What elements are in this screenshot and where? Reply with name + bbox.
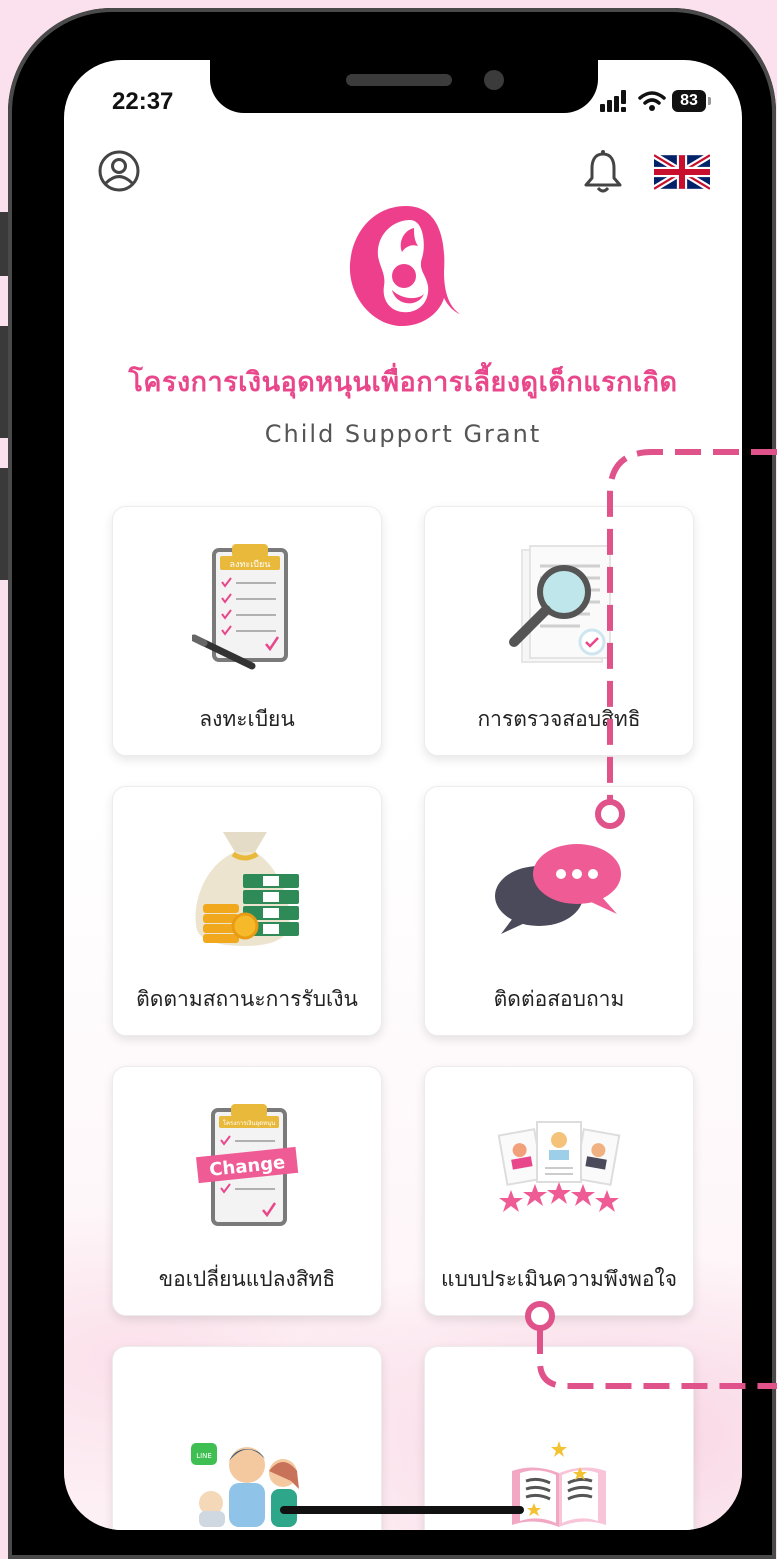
register-clipboard-icon: ลงทะเบียน xyxy=(192,544,288,670)
menu-label-payment-status: ติดตามสถานะการรับเงิน xyxy=(136,987,358,1011)
wifi-icon xyxy=(638,91,666,111)
app-screen: 22:37 83 โครงการเงินอุดหนุนเพื่อการเลี้ย… xyxy=(64,60,742,1530)
change-clipboard-icon: โครงการเงินอุดหนุน Change xyxy=(196,1104,299,1226)
profile-icon[interactable] xyxy=(96,148,142,194)
bell-icon[interactable] xyxy=(580,148,626,196)
status-time: 22:37 xyxy=(112,88,174,115)
battery-tip xyxy=(708,97,711,105)
notch xyxy=(210,60,598,113)
language-flag-uk-icon[interactable] xyxy=(654,154,710,190)
menu-card-family[interactable]: LINE xyxy=(112,1346,382,1530)
clipboard-header-text: ลงทะเบียน xyxy=(230,559,271,570)
chat-bubbles-icon xyxy=(495,844,621,934)
menu-label-check-rights: การตรวจสอบสิทธิ xyxy=(477,707,641,731)
signal-icon xyxy=(600,90,626,112)
money-bag-icon xyxy=(195,832,299,946)
mother-baby-logo xyxy=(349,206,460,326)
battery-level: 83 xyxy=(672,90,706,112)
app-title-thai: โครงการเงินอุดหนุนเพื่อการเลี้ยงดูเด็กแร… xyxy=(128,367,678,398)
menu-card-change-rights[interactable]: โครงการเงินอุดหนุน Change ขอเปลี่ยนแปลงส… xyxy=(112,1066,382,1316)
menu-label-contact: ติดต่อสอบถาม xyxy=(493,987,625,1011)
menu-label-change-rights: ขอเปลี่ยนแปลงสิทธิ xyxy=(158,1267,336,1291)
menu-card-payment-status[interactable]: ติดตามสถานะการรับเงิน xyxy=(112,786,382,1036)
menu-card-contact[interactable]: ติดต่อสอบถาม xyxy=(424,786,694,1036)
svg-text:LINE: LINE xyxy=(196,1452,212,1460)
app-title-english: Child Support Grant xyxy=(264,420,542,448)
home-indicator xyxy=(280,1506,524,1514)
menu-label-register: ลงทะเบียน xyxy=(199,707,295,731)
phone-frame: 22:37 83 โครงการเงินอุดหนุนเพื่อการเลี้ย… xyxy=(8,8,776,1559)
menu-card-guide-book[interactable] xyxy=(424,1346,694,1530)
menu-card-satisfaction-survey[interactable]: แบบประเมินความพึงพอใจ xyxy=(424,1066,694,1316)
front-camera xyxy=(484,70,504,90)
magnifier-document-icon xyxy=(509,545,611,663)
speaker xyxy=(346,74,452,86)
menu-card-check-rights[interactable]: การตรวจสอบสิทธิ xyxy=(424,506,694,756)
menu-card-register[interactable]: ลงทะเบียน ลงทะเบียน xyxy=(112,506,382,756)
rating-stars-icon xyxy=(497,1121,621,1212)
clipboard-header-text: โครงการเงินอุดหนุน xyxy=(223,1119,275,1127)
menu-label-satisfaction-survey: แบบประเมินความพึงพอใจ xyxy=(440,1267,678,1291)
